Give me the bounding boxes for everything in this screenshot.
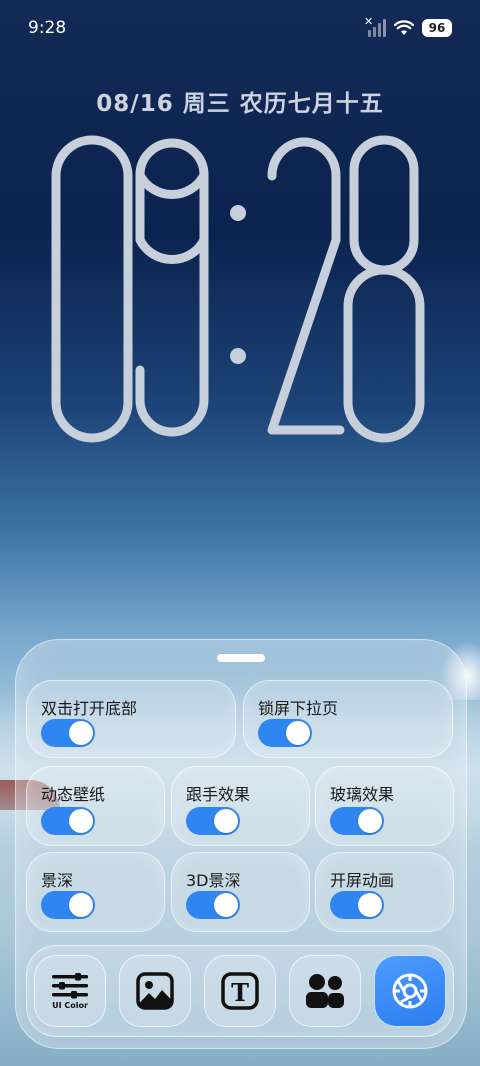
battery-icon: 96 bbox=[422, 19, 452, 37]
status-icons: ✕ 96 bbox=[364, 15, 452, 37]
tile-glass-effect[interactable]: 玻璃效果 bbox=[315, 766, 454, 846]
status-bar: 9:28 ✕ 96 bbox=[0, 0, 480, 60]
no-signal-icon: ✕ bbox=[364, 15, 386, 37]
tile-label: 跟手效果 bbox=[186, 785, 251, 804]
tile-label: 动态壁纸 bbox=[41, 785, 106, 804]
tile-label: 双击打开底部 bbox=[41, 699, 138, 718]
tile-label: 锁屏下拉页 bbox=[258, 699, 339, 718]
toggle-live-wallpaper[interactable] bbox=[41, 807, 95, 835]
toggle-follow-hand[interactable] bbox=[186, 807, 240, 835]
toggle-double-tap-open[interactable] bbox=[41, 719, 95, 747]
tile-label: 开屏动画 bbox=[330, 871, 395, 890]
text-icon: T bbox=[221, 972, 259, 1010]
toggle-glass-effect[interactable] bbox=[330, 807, 384, 835]
font-button[interactable]: T bbox=[204, 955, 276, 1027]
tile-label: 景深 bbox=[41, 871, 74, 890]
tile-depth[interactable]: 景深 bbox=[26, 852, 165, 932]
tile-label: 3D景深 bbox=[186, 871, 241, 890]
clock-digits-graphic bbox=[51, 135, 425, 443]
toggle-lock-pulldown[interactable] bbox=[258, 719, 312, 747]
svg-text:T: T bbox=[231, 978, 249, 1007]
settings-gear-icon bbox=[392, 973, 428, 1009]
panel-drag-handle[interactable] bbox=[217, 654, 265, 662]
image-icon bbox=[136, 972, 174, 1010]
tile-follow-hand[interactable]: 跟手效果 bbox=[171, 766, 310, 846]
profile-button[interactable] bbox=[289, 955, 361, 1027]
sliders-icon bbox=[52, 972, 88, 998]
tile-open-animation[interactable]: 开屏动画 bbox=[315, 852, 454, 932]
tile-double-tap-open[interactable]: 双击打开底部 bbox=[26, 680, 236, 758]
toggle-depth[interactable] bbox=[41, 891, 95, 919]
tile-3d-depth[interactable]: 3D景深 bbox=[171, 852, 310, 932]
tile-live-wallpaper[interactable]: 动态壁纸 bbox=[26, 766, 165, 846]
wifi-icon bbox=[394, 20, 414, 35]
ui-color-caption: UI Color bbox=[52, 1000, 88, 1010]
tile-label: 玻璃效果 bbox=[330, 785, 395, 804]
toggle-3d-depth[interactable] bbox=[186, 891, 240, 919]
tile-lock-pulldown[interactable]: 锁屏下拉页 bbox=[243, 680, 453, 758]
settings-button[interactable] bbox=[374, 955, 446, 1027]
people-icon bbox=[306, 974, 344, 1008]
toggle-open-animation[interactable] bbox=[330, 891, 384, 919]
lockscreen-clock bbox=[46, 130, 436, 445]
status-time: 9:28 bbox=[28, 18, 67, 38]
wallpaper-button[interactable] bbox=[119, 955, 191, 1027]
ui-color-button[interactable]: UI Color bbox=[34, 955, 106, 1027]
lockscreen-date: 08/16 周三 农历七月十五 bbox=[96, 91, 384, 117]
